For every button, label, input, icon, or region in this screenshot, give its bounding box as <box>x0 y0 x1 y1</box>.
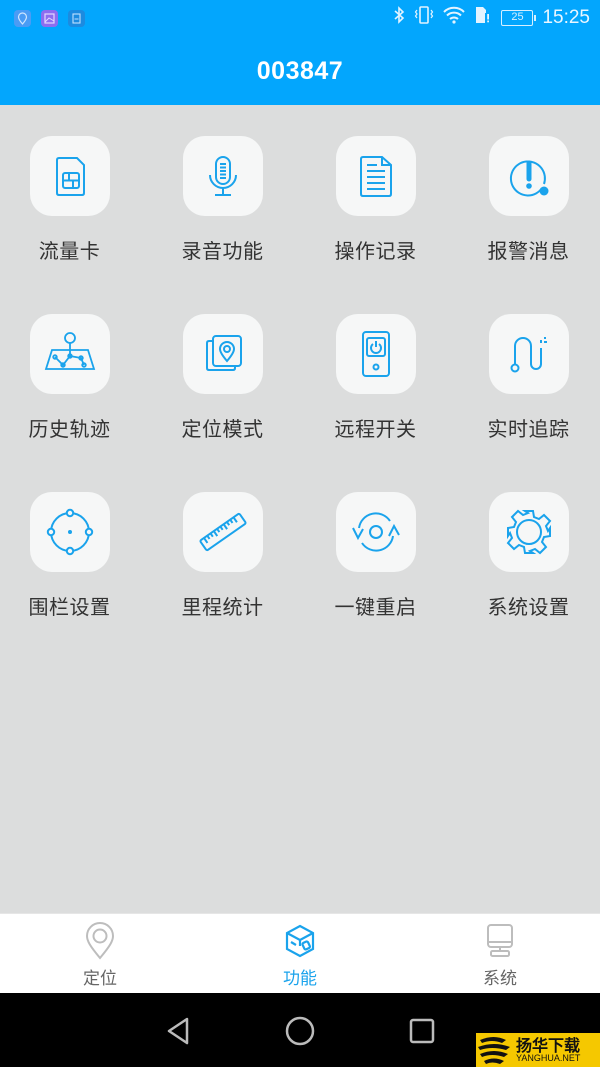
tab-system[interactable]: 系统 <box>400 914 600 994</box>
function-mileage-stats[interactable]: 里程统计 <box>146 461 299 621</box>
gear-icon <box>506 509 551 555</box>
function-label: 远程开关 <box>334 417 417 441</box>
bluetooth-icon <box>393 6 405 29</box>
function-label: 报警消息 <box>487 239 570 263</box>
wifi-icon <box>443 6 466 29</box>
bottom-tab-bar: 定位 功能 系统 <box>0 913 600 993</box>
function-realtime-tracking[interactable]: 实时追踪 <box>452 283 600 443</box>
function-remote-switch[interactable]: 远程开关 <box>299 283 452 443</box>
nav-recents-button[interactable] <box>404 1013 440 1049</box>
ruler-icon <box>198 512 247 552</box>
recents-square-icon <box>409 1018 435 1044</box>
watermark-en: YANGHUA.NET <box>516 1052 581 1063</box>
function-operation-log[interactable]: 操作记录 <box>299 105 452 265</box>
nav-back-button[interactable] <box>160 1013 196 1049</box>
function-label: 系统设置 <box>487 595 570 619</box>
function-grid: 流量卡 录音功能 操作记录 报警消息 历史轨迹 定位模式 远程开关 实时追踪 围… <box>0 105 600 913</box>
function-sim-card[interactable]: 流量卡 <box>0 105 146 265</box>
gallery-app-icon <box>41 10 58 27</box>
function-label: 里程统计 <box>181 595 264 619</box>
function-alarm-messages[interactable]: 报警消息 <box>452 105 600 265</box>
function-label: 实时追踪 <box>487 417 570 441</box>
tab-label: 定位 <box>83 969 117 989</box>
battery-icon: 25 <box>501 9 537 26</box>
status-bar: 25 15:25 <box>0 0 600 38</box>
function-one-key-restart[interactable]: 一键重启 <box>299 461 452 621</box>
back-triangle-icon <box>167 1017 189 1045</box>
tab-location[interactable]: 定位 <box>0 914 200 994</box>
function-label: 流量卡 <box>38 239 101 263</box>
microphone-icon <box>208 156 237 196</box>
cube-icon <box>285 924 315 958</box>
tab-label: 系统 <box>483 969 517 989</box>
watermark: 扬华下载 YANGHUA.NET <box>476 1033 600 1067</box>
watermark-cn: 扬华下载 <box>516 1035 581 1055</box>
location-app-icon <box>14 10 31 27</box>
status-time: 15:25 <box>542 6 590 28</box>
location-pin-icon <box>85 922 115 960</box>
function-label: 围栏设置 <box>28 595 111 619</box>
battery-level: 25 <box>511 10 524 23</box>
function-label: 一键重启 <box>334 595 417 619</box>
function-label: 操作记录 <box>334 239 417 263</box>
watermark-logo-icon <box>478 1037 510 1064</box>
function-recording[interactable]: 录音功能 <box>146 105 299 265</box>
tab-functions[interactable]: 功能 <box>200 914 400 994</box>
device-id-title: 003847 <box>256 57 344 85</box>
map-track-icon <box>44 332 95 370</box>
function-label: 历史轨迹 <box>28 417 111 441</box>
document-icon <box>359 156 392 197</box>
home-circle-icon <box>285 1016 315 1046</box>
sim-alert-icon <box>474 6 492 29</box>
app-header: 003847 <box>0 38 600 105</box>
restart-icon <box>351 512 400 552</box>
vibrate-icon <box>414 6 434 29</box>
function-location-mode[interactable]: 定位模式 <box>146 283 299 443</box>
function-label: 录音功能 <box>181 239 264 263</box>
function-system-settings[interactable]: 系统设置 <box>452 461 600 621</box>
location-layers-icon <box>205 335 242 371</box>
sim-card-icon <box>55 157 85 196</box>
remote-power-icon <box>361 331 390 377</box>
realtime-path-icon <box>510 337 547 373</box>
sim-app-icon <box>68 10 85 27</box>
function-fence-settings[interactable]: 围栏设置 <box>0 461 146 621</box>
alert-icon <box>509 160 548 197</box>
geofence-icon <box>46 508 93 556</box>
function-history-track[interactable]: 历史轨迹 <box>0 283 146 443</box>
tab-label: 功能 <box>283 969 317 989</box>
monitor-icon <box>487 924 513 957</box>
function-label: 定位模式 <box>181 417 264 441</box>
nav-home-button[interactable] <box>282 1013 318 1049</box>
